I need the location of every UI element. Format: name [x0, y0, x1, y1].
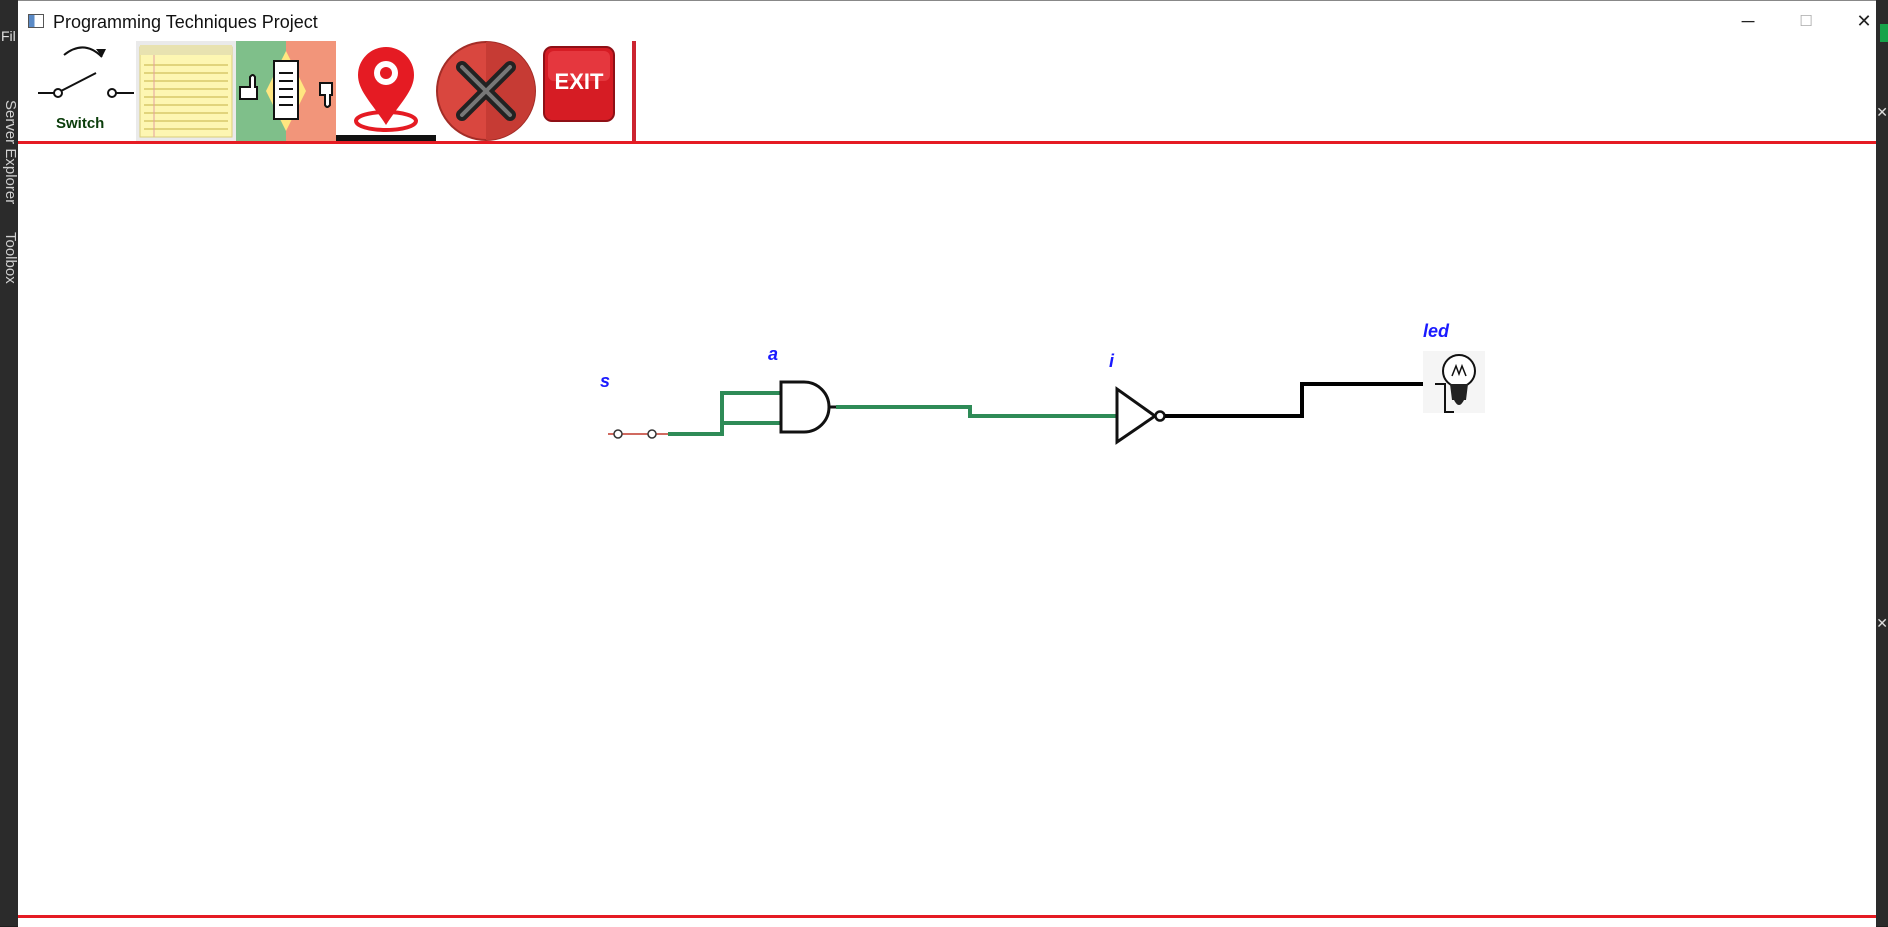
maximize-button[interactable]: ☐: [1778, 1, 1834, 41]
and-gate-component[interactable]: [779, 380, 836, 434]
led-label: led: [1423, 321, 1450, 341]
delete-tool-button[interactable]: [436, 41, 536, 141]
window-title: Programming Techniques Project: [53, 12, 318, 32]
not-gate-component[interactable]: [1115, 386, 1166, 445]
notes-tool-button[interactable]: [136, 41, 236, 141]
location-pin-icon: [354, 47, 418, 132]
title-bar[interactable]: Programming Techniques Project ─ ☐ ✕: [18, 1, 1876, 41]
ide-right-panel: ✕ ✕: [1874, 0, 1888, 926]
circuit-canvas[interactable]: s a i led: [18, 144, 1876, 914]
toolbar: Switch EXIT: [36, 41, 636, 142]
minimize-button[interactable]: ─: [1720, 1, 1776, 41]
wire-and-to-not[interactable]: [836, 405, 1116, 418]
exit-label: EXIT: [554, 69, 603, 94]
switch-tool-label: Switch: [56, 115, 104, 132]
exit-tool-button[interactable]: EXIT: [541, 41, 616, 141]
toolbar-separator: [632, 41, 636, 141]
edit-tool-button[interactable]: [236, 41, 336, 141]
document-rating-icon: [236, 41, 336, 141]
app-icon: [28, 14, 44, 28]
wire-not-to-led[interactable]: [1165, 382, 1435, 418]
delete-icon: [436, 41, 536, 141]
and-gate-label: a: [768, 344, 779, 364]
close-button[interactable]: ✕: [1836, 1, 1888, 41]
wire-switch-to-and[interactable]: [668, 391, 780, 436]
switch-label: s: [600, 371, 611, 391]
toolbox-tab[interactable]: Toolbox: [2, 232, 19, 284]
server-explorer-tab[interactable]: Server Explorer: [2, 100, 19, 204]
ide-close-icon[interactable]: ✕: [1876, 104, 1888, 121]
ide-left-panel: Fil Server Explorer Toolbox: [0, 0, 19, 926]
switch-component[interactable]: [608, 429, 668, 439]
not-gate-label: i: [1109, 351, 1115, 371]
canvas-bottom-divider: [18, 915, 1876, 918]
switch-tool-button[interactable]: Switch: [36, 41, 136, 141]
notepad-icon: [139, 45, 233, 138]
led-component[interactable]: [1423, 351, 1485, 413]
switch-icon: Switch: [38, 46, 134, 132]
app-window: Programming Techniques Project ─ ☐ ✕ Swi…: [18, 0, 1876, 927]
exit-icon: EXIT: [542, 46, 615, 122]
ide-close-icon[interactable]: ✕: [1876, 615, 1888, 632]
circuit-drawing: [608, 351, 1485, 445]
ide-menu-fragment: Fil: [1, 28, 16, 44]
location-tool-button[interactable]: [336, 41, 436, 141]
